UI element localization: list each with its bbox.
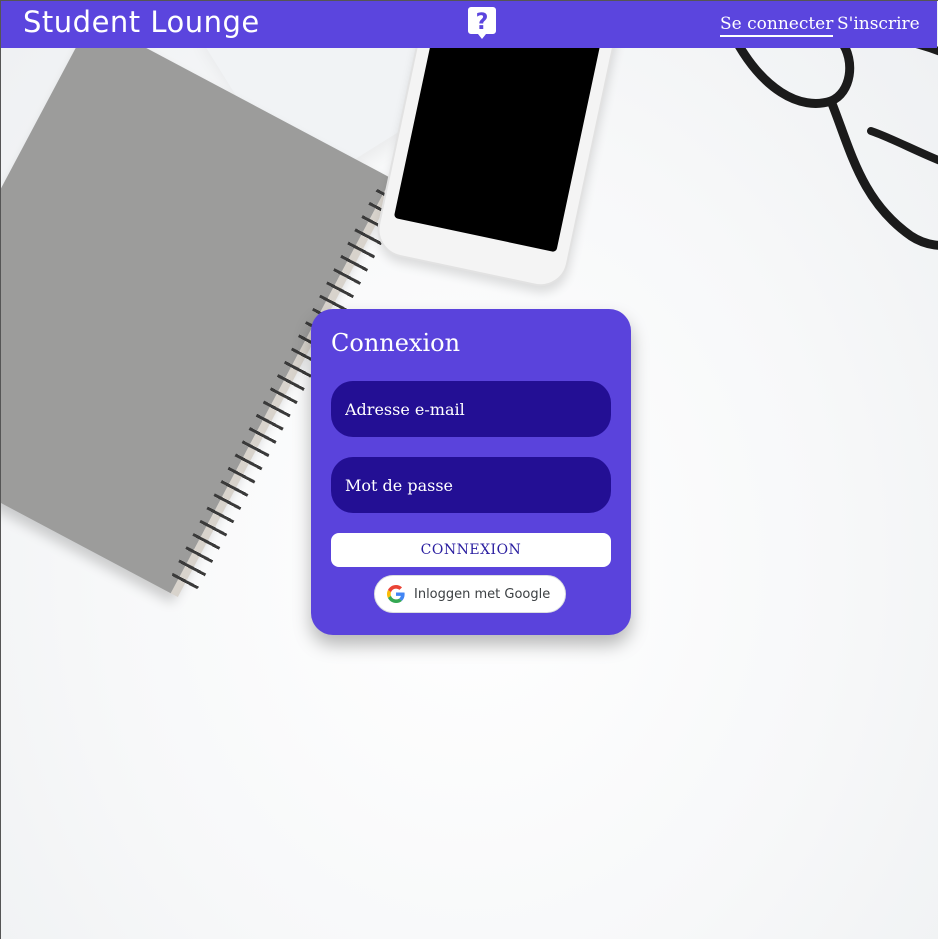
password-field[interactable] — [331, 457, 611, 513]
svg-text:?: ? — [476, 10, 489, 35]
login-card: Connexion CONNEXION Inloggen met Google — [311, 309, 631, 635]
email-field[interactable] — [331, 381, 611, 437]
google-signin-label: Inloggen met Google — [414, 586, 551, 602]
top-navbar: Student Lounge ? Se connecter S'inscrire — [1, 1, 937, 48]
google-signin-button[interactable]: Inloggen met Google — [374, 575, 566, 613]
google-icon — [387, 585, 405, 603]
login-title: Connexion — [331, 329, 461, 357]
background-glasses — [726, 26, 938, 250]
connexion-button[interactable]: CONNEXION — [331, 533, 611, 567]
nav-login-link[interactable]: Se connecter — [720, 14, 834, 37]
question-bubble-icon[interactable]: ? — [467, 6, 497, 40]
brand-title[interactable]: Student Lounge — [23, 5, 260, 39]
nav-signup-link[interactable]: S'inscrire — [837, 14, 920, 34]
